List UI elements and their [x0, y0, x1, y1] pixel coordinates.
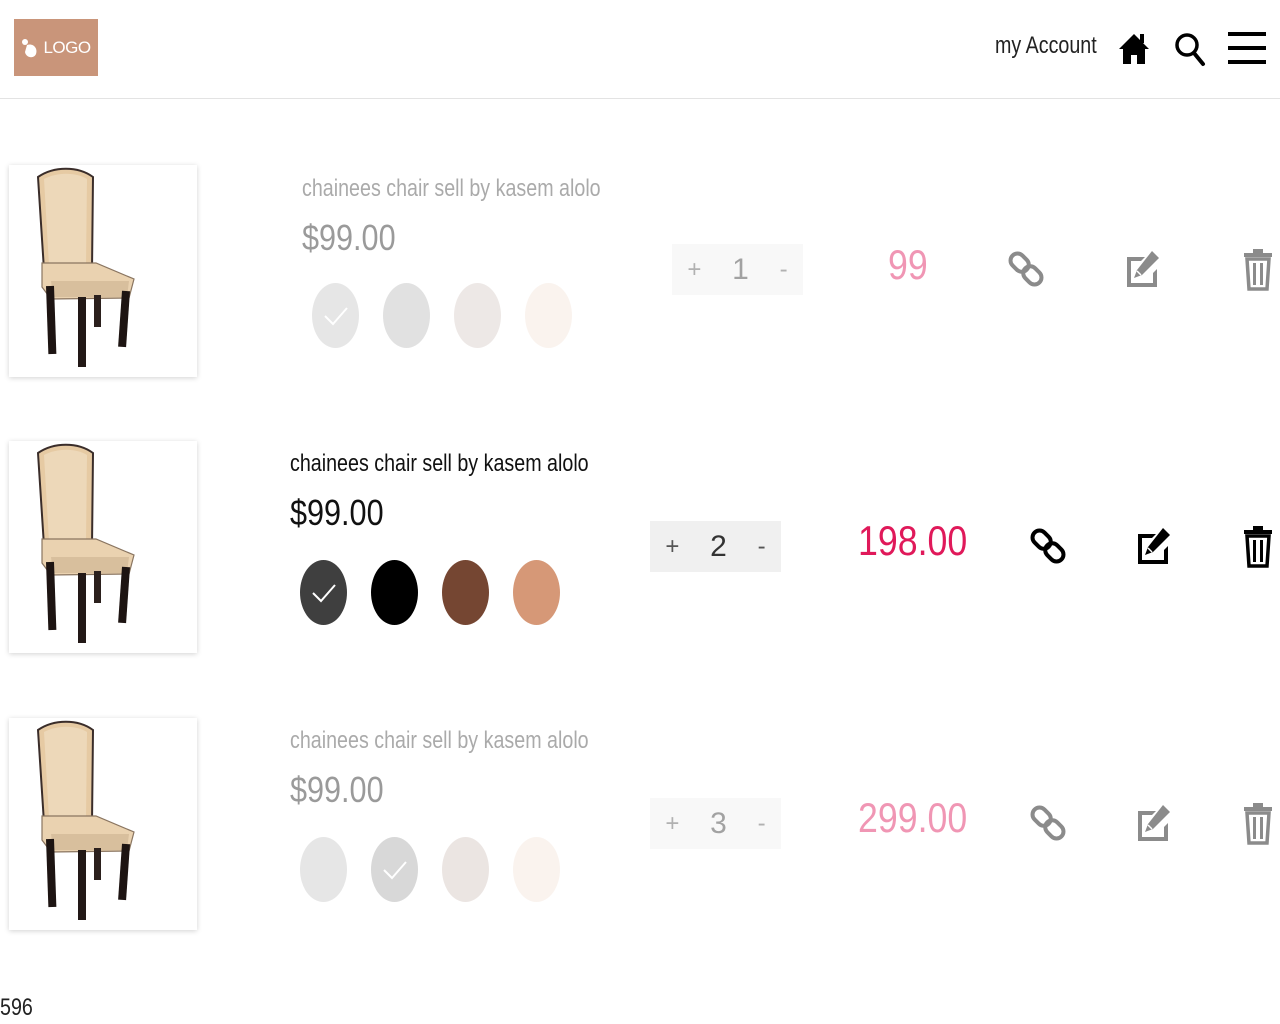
color-swatch[interactable]	[442, 837, 489, 902]
quantity-stepper[interactable]: + 1 -	[672, 244, 803, 295]
chair-illustration	[9, 718, 197, 930]
link-icon[interactable]	[1029, 801, 1067, 845]
color-swatch[interactable]	[312, 283, 359, 348]
product-title[interactable]: chainees chair sell by kasem alolo	[290, 727, 589, 755]
edit-icon[interactable]	[1134, 524, 1172, 568]
check-icon	[382, 860, 407, 879]
increase-quantity-button[interactable]: +	[687, 256, 701, 284]
decrease-quantity-button[interactable]: -	[758, 533, 766, 561]
quantity-stepper[interactable]: + 3 -	[650, 798, 781, 849]
color-swatch[interactable]	[383, 283, 430, 348]
product-title[interactable]: chainees chair sell by kasem alolo	[290, 450, 589, 478]
product-image[interactable]	[9, 718, 197, 930]
logo[interactable]: LOGO	[14, 19, 98, 76]
cart-item-row: chainees chair sell by kasem alolo $99.0…	[0, 163, 1280, 383]
quantity-value: 1	[732, 252, 749, 286]
increase-quantity-button[interactable]: +	[665, 810, 679, 838]
chair-illustration	[9, 165, 197, 377]
header: LOGO my Account	[0, 0, 1280, 99]
quantity-value: 3	[710, 806, 727, 840]
product-title[interactable]: chainees chair sell by kasem alolo	[302, 175, 601, 203]
color-swatch[interactable]	[300, 837, 347, 902]
edit-icon[interactable]	[1123, 247, 1161, 291]
product-price: $99.00	[302, 217, 396, 258]
line-total: 198.00	[858, 517, 968, 564]
search-icon[interactable]	[1173, 28, 1207, 68]
color-swatch[interactable]	[525, 283, 572, 348]
quantity-value: 2	[710, 529, 727, 563]
my-account-link[interactable]: my Account	[995, 32, 1097, 60]
increase-quantity-button[interactable]: +	[665, 533, 679, 561]
product-image[interactable]	[9, 165, 197, 377]
trash-icon[interactable]	[1239, 524, 1277, 568]
logo-text: LOGO	[43, 37, 91, 57]
color-swatch[interactable]	[371, 837, 418, 902]
color-swatch[interactable]	[513, 837, 560, 902]
product-price: $99.00	[290, 492, 384, 533]
check-icon	[323, 306, 348, 325]
link-icon[interactable]	[1029, 524, 1067, 568]
color-swatch[interactable]	[513, 560, 560, 625]
menu-icon[interactable]	[1227, 28, 1267, 68]
cart-item-row: chainees chair sell by kasem alolo $99.0…	[0, 440, 1280, 660]
trash-icon[interactable]	[1239, 247, 1277, 291]
product-price: $99.00	[290, 769, 384, 810]
decrease-quantity-button[interactable]: -	[780, 256, 788, 284]
color-swatch[interactable]	[442, 560, 489, 625]
footer-number: 596	[0, 994, 33, 1021]
chair-illustration	[9, 441, 197, 653]
link-icon[interactable]	[1007, 247, 1045, 291]
line-total: 99	[888, 241, 928, 288]
cart-item-row: chainees chair sell by kasem alolo $99.0…	[0, 717, 1280, 937]
line-total: 299.00	[858, 794, 968, 841]
logo-mark-icon	[22, 38, 37, 57]
edit-icon[interactable]	[1134, 801, 1172, 845]
trash-icon[interactable]	[1239, 801, 1277, 845]
color-swatch[interactable]	[300, 560, 347, 625]
product-image[interactable]	[9, 441, 197, 653]
check-icon	[311, 583, 336, 602]
color-swatch[interactable]	[454, 283, 501, 348]
decrease-quantity-button[interactable]: -	[758, 810, 766, 838]
home-icon[interactable]	[1117, 28, 1151, 68]
color-swatch[interactable]	[371, 560, 418, 625]
quantity-stepper[interactable]: + 2 -	[650, 521, 781, 572]
